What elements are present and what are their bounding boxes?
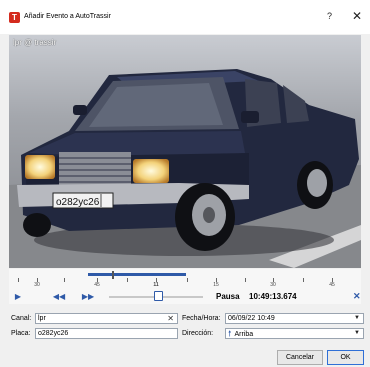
window-title: Añadir Evento a AutoTrassir	[24, 13, 111, 20]
canal-input[interactable]: lpr ✕	[35, 313, 178, 324]
timeline-tick-label: 30	[270, 282, 276, 288]
timeline-tick	[64, 278, 65, 282]
camera-frame-image: о282ус26	[9, 35, 361, 268]
fecha-label: Fecha/Hora:	[182, 315, 221, 322]
timeline-tick-label: 15	[213, 282, 219, 288]
playback-time: 10:49:13.674	[249, 292, 297, 301]
fecha-value: 06/09/22 10:49	[228, 315, 275, 322]
timeline-tick-label: 45	[94, 282, 100, 288]
direccion-value: Arriba	[234, 331, 254, 338]
clear-icon[interactable]: ✕	[167, 314, 174, 323]
timeline-tick-label: 11	[153, 282, 159, 288]
timeline-tick	[303, 278, 304, 282]
timeline-selected-range[interactable]	[88, 273, 186, 276]
play-icon[interactable]: ▶	[12, 291, 24, 303]
placa-label: Placa:	[11, 330, 31, 337]
ok-button[interactable]: OK	[327, 350, 364, 365]
arrow-up-icon: 🠕	[228, 329, 232, 338]
video-view: о282ус26 lpr @ trassir	[9, 35, 361, 268]
timeline[interactable]: 30 45 11 15 30 45	[9, 269, 361, 290]
timeline-cursor[interactable]	[112, 271, 114, 279]
skip-back-icon[interactable]: ◀◀	[51, 291, 67, 303]
chevron-down-icon[interactable]: ▼	[354, 314, 360, 323]
playback-status: Pausa	[216, 292, 240, 301]
skip-forward-icon[interactable]: ▶▶	[80, 291, 96, 303]
canal-value: lpr	[38, 315, 46, 322]
license-plate-text: о282ус26	[56, 197, 100, 208]
playback-bar: ▶ ◀◀ ▶▶ Pausa 10:49:13.674 ✕	[9, 290, 361, 304]
direccion-label: Dirección:	[182, 330, 214, 337]
timeline-tick	[18, 278, 19, 282]
close-window-button[interactable]: ✕	[352, 9, 362, 23]
direccion-select[interactable]: 🠕 Arriba ▼	[225, 328, 364, 339]
close-icon[interactable]: ✕	[353, 291, 361, 302]
timeline-tick	[127, 278, 128, 282]
fecha-hora-field[interactable]: 06/09/22 10:49 ▼	[225, 313, 364, 324]
timeline-tick	[187, 278, 188, 282]
placa-value: о282ус26	[38, 330, 69, 337]
camera-label: lpr @ trassir	[13, 38, 57, 47]
cancel-button[interactable]: Cancelar	[277, 350, 323, 365]
placa-input[interactable]: о282ус26	[35, 328, 178, 339]
chevron-down-icon[interactable]: ▼	[354, 329, 360, 338]
help-button[interactable]: ?	[327, 11, 332, 21]
title-bar: T Añadir Evento a AutoTrassir ? ✕	[0, 0, 370, 34]
canal-label: Canal:	[11, 315, 32, 322]
timeline-tick-label: 30	[34, 282, 40, 288]
app-logo-icon: T	[9, 12, 20, 23]
slider-thumb[interactable]	[154, 291, 163, 301]
timeline-tick	[245, 278, 246, 282]
timeline-tick-label: 45	[329, 282, 335, 288]
